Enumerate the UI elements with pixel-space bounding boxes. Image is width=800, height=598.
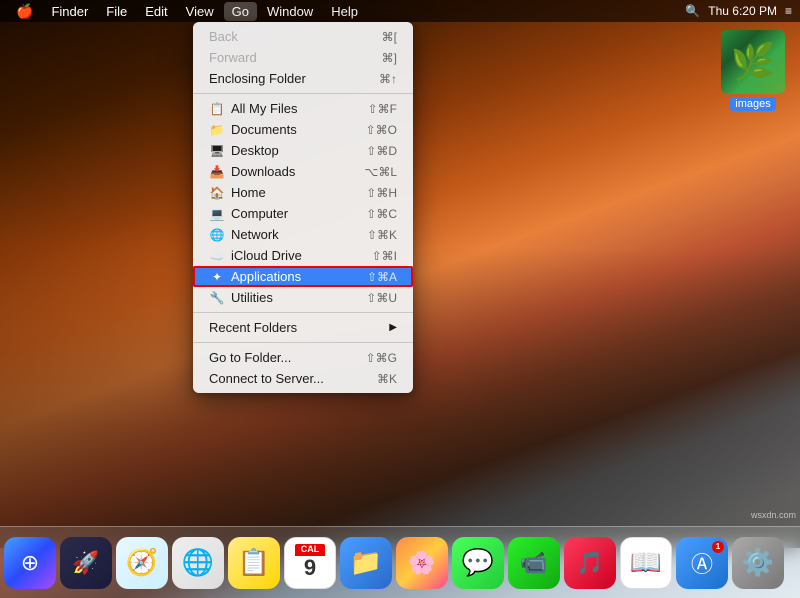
calendar-icon: CAL9 bbox=[295, 544, 326, 580]
menubar-finder[interactable]: Finder bbox=[43, 2, 96, 21]
photos-icon: 🌸 bbox=[408, 550, 435, 576]
books-icon: 📖 bbox=[630, 547, 662, 578]
menu-separator-3 bbox=[193, 342, 413, 343]
menu-item-desktop[interactable]: 🖥 Desktop ⇧⌘D bbox=[193, 140, 413, 161]
dock-item-appstore[interactable]: Ⓐ 1 bbox=[676, 537, 728, 589]
menu-item-forward[interactable]: Forward ⌘] bbox=[193, 47, 413, 68]
facetime-icon: 📹 bbox=[520, 550, 547, 576]
all-files-icon: 📋 bbox=[209, 102, 225, 116]
menu-separator-1 bbox=[193, 93, 413, 94]
menu-item-network[interactable]: 🌐 Network ⇧⌘K bbox=[193, 224, 413, 245]
dock-item-facetime[interactable]: 📹 bbox=[508, 537, 560, 589]
menu-item-downloads[interactable]: 📥 Downloads ⌥⌘L bbox=[193, 161, 413, 182]
menu-item-connect-server[interactable]: Connect to Server... ⌘K bbox=[193, 368, 413, 389]
dock-item-safari[interactable]: 🧭 bbox=[116, 537, 168, 589]
safari-icon: 🧭 bbox=[126, 547, 158, 578]
menu-item-enclosing[interactable]: Enclosing Folder ⌘↑ bbox=[193, 68, 413, 89]
menubar-search-icon[interactable]: 🔍 bbox=[685, 4, 700, 18]
dock-item-photos[interactable]: 🌸 bbox=[396, 537, 448, 589]
menubar-go[interactable]: Go bbox=[224, 2, 257, 21]
menubar-edit[interactable]: Edit bbox=[137, 2, 175, 21]
downloads-icon: 📥 bbox=[209, 165, 225, 179]
documents-icon: 📁 bbox=[209, 123, 225, 137]
watermark: wsxdn.com bbox=[751, 510, 796, 520]
computer-icon: 💻 bbox=[209, 207, 225, 221]
menu-item-all-files[interactable]: 📋 All My Files ⇧⌘F bbox=[193, 98, 413, 119]
home-icon: 🏠 bbox=[209, 186, 225, 200]
menu-item-home[interactable]: 🏠 Home ⇧⌘H bbox=[193, 182, 413, 203]
menu-item-goto-folder[interactable]: Go to Folder... ⇧⌘G bbox=[193, 347, 413, 368]
menubar-time: Thu 6:20 PM bbox=[708, 4, 777, 18]
desktop: 🍎 Finder File Edit View Go Window Help 🔍… bbox=[0, 0, 800, 598]
dock-item-music[interactable]: 🎵 bbox=[564, 537, 616, 589]
menu-separator-2 bbox=[193, 312, 413, 313]
appstore-icon: Ⓐ bbox=[691, 547, 713, 579]
launchpad-icon: 🚀 bbox=[72, 550, 99, 576]
recent-folders-arrow: ▶ bbox=[389, 322, 397, 333]
settings-icon: ⚙️ bbox=[742, 547, 774, 578]
utilities-icon: 🔧 bbox=[209, 291, 225, 305]
dock-item-settings[interactable]: ⚙️ bbox=[732, 537, 784, 589]
dock-item-notes[interactable]: 📋 bbox=[228, 537, 280, 589]
dock-item-books[interactable]: 📖 bbox=[620, 537, 672, 589]
dock-item-messages[interactable]: 💬 bbox=[452, 537, 504, 589]
menubar: 🍎 Finder File Edit View Go Window Help 🔍… bbox=[0, 0, 800, 22]
files-icon: 📁 bbox=[350, 547, 382, 578]
music-icon: 🎵 bbox=[576, 550, 603, 576]
menu-item-computer[interactable]: 💻 Computer ⇧⌘C bbox=[193, 203, 413, 224]
menu-item-documents[interactable]: 📁 Documents ⇧⌘O bbox=[193, 119, 413, 140]
menubar-siri-icon[interactable]: ≡ bbox=[785, 4, 792, 18]
dock-item-launchpad[interactable]: 🚀 bbox=[60, 537, 112, 589]
menubar-file[interactable]: File bbox=[98, 2, 135, 21]
menubar-help[interactable]: Help bbox=[323, 2, 366, 21]
siri-icon: ⊕ bbox=[21, 550, 39, 576]
dock-item-siri[interactable]: ⊕ bbox=[4, 537, 56, 589]
messages-icon: 💬 bbox=[462, 547, 494, 578]
dock-item-calendar[interactable]: CAL9 bbox=[284, 537, 336, 589]
menubar-view[interactable]: View bbox=[178, 2, 222, 21]
applications-icon: ✦ bbox=[209, 270, 225, 284]
menu-item-icloud[interactable]: ☁️ iCloud Drive ⇧⌘I bbox=[193, 245, 413, 266]
dock-item-chrome[interactable]: 🌐 bbox=[172, 537, 224, 589]
dock: 🐷 ⊕ 🚀 🧭 🌐 📋 CAL9 📁 🌸 💬 📹 bbox=[0, 526, 800, 598]
menu-item-back[interactable]: Back ⌘[ bbox=[193, 26, 413, 47]
menu-item-applications[interactable]: ✦ Applications ⇧⌘A bbox=[193, 266, 413, 287]
menubar-left: 🍎 Finder File Edit View Go Window Help bbox=[8, 1, 366, 22]
desktop-icon-menu: 🖥 bbox=[209, 144, 225, 158]
menubar-right: 🔍 Thu 6:20 PM ≡ bbox=[685, 4, 792, 18]
menu-item-recent-folders[interactable]: Recent Folders ▶ bbox=[193, 317, 413, 338]
network-icon: 🌐 bbox=[209, 228, 225, 242]
desktop-icon-label: images bbox=[730, 97, 775, 111]
chrome-icon: 🌐 bbox=[182, 547, 214, 578]
notes-icon: 📋 bbox=[238, 547, 270, 578]
dock-item-files[interactable]: 📁 bbox=[340, 537, 392, 589]
menu-item-utilities[interactable]: 🔧 Utilities ⇧⌘U bbox=[193, 287, 413, 308]
apple-menu[interactable]: 🍎 bbox=[8, 1, 41, 22]
desktop-icon-images[interactable]: 🌿 images bbox=[718, 30, 788, 111]
desktop-icon-thumbnail: 🌿 bbox=[721, 30, 785, 94]
icloud-icon: ☁️ bbox=[209, 249, 225, 263]
go-menu: Back ⌘[ Forward ⌘] Enclosing Folder ⌘↑ 📋… bbox=[193, 22, 413, 393]
menubar-window[interactable]: Window bbox=[259, 2, 321, 21]
